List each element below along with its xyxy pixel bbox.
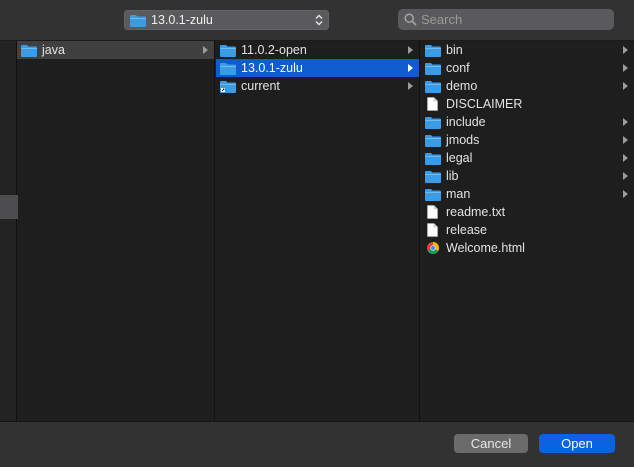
file-row[interactable]: release (421, 221, 634, 239)
chevron-right-icon (623, 154, 628, 162)
file-row[interactable]: jmods (421, 131, 634, 149)
cancel-button[interactable]: Cancel (454, 434, 528, 453)
path-popup-label: 13.0.1-zulu (151, 13, 213, 27)
folder-icon (220, 44, 236, 57)
file-name: readme.txt (446, 205, 506, 219)
chevron-updown-icon (314, 13, 324, 27)
folder-icon (425, 188, 441, 201)
file-row[interactable]: man (421, 185, 634, 203)
folder-icon (425, 116, 441, 129)
folder-icon (425, 170, 441, 183)
dialog-toolbar: 13.0.1-zulu (0, 0, 634, 41)
folder-icon (130, 14, 146, 27)
folder-alias-icon (220, 80, 236, 93)
file-row[interactable]: 11.0.2-open (216, 41, 419, 59)
file-row[interactable]: Welcome.html (421, 239, 634, 257)
file-row[interactable]: bin (421, 41, 634, 59)
chevron-right-icon (203, 46, 208, 54)
folder-icon (21, 44, 37, 57)
file-row[interactable]: legal (421, 149, 634, 167)
file-row[interactable]: 13.0.1-zulu (216, 59, 419, 77)
file-name: java (42, 43, 65, 57)
file-row[interactable]: readme.txt (421, 203, 634, 221)
folder-icon (220, 62, 236, 75)
file-name: current (241, 79, 280, 93)
file-row[interactable]: DISCLAIMER (421, 95, 634, 113)
file-name: man (446, 187, 471, 201)
folder-icon (425, 44, 441, 57)
chevron-right-icon (408, 82, 413, 90)
path-popup-button[interactable]: 13.0.1-zulu (124, 10, 329, 30)
file-name: include (446, 115, 486, 129)
folder-icon (425, 62, 441, 75)
search-input[interactable] (421, 12, 601, 27)
file-row[interactable]: lib (421, 167, 634, 185)
search-icon (404, 13, 417, 26)
folder-icon (425, 134, 441, 147)
file-name: conf (446, 61, 470, 75)
file-name: release (446, 223, 487, 237)
file-row[interactable]: java (17, 41, 214, 59)
file-name: legal (446, 151, 473, 165)
chevron-right-icon (623, 46, 628, 54)
file-name: jmods (446, 133, 480, 147)
file-name: bin (446, 43, 463, 57)
file-row[interactable]: demo (421, 77, 634, 95)
file-name: demo (446, 79, 478, 93)
file-name: 13.0.1-zulu (241, 61, 303, 75)
file-open-dialog: 13.0.1-zulu java 11.0.2-open 13.0.1-zulu c… (0, 0, 634, 467)
browser-column-1[interactable]: java (17, 41, 215, 421)
document-icon (427, 97, 438, 111)
chevron-right-icon (408, 46, 413, 54)
open-button[interactable]: Open (539, 434, 615, 453)
chevron-right-icon (623, 190, 628, 198)
file-name: 11.0.2-open (241, 43, 307, 57)
browser-column-2[interactable]: 11.0.2-open 13.0.1-zulu current (216, 41, 420, 421)
chevron-right-icon (623, 64, 628, 72)
chevron-right-icon (623, 82, 628, 90)
document-icon (427, 205, 438, 219)
chrome-html-icon (427, 242, 440, 255)
folder-icon (425, 80, 441, 93)
chevron-right-icon (623, 136, 628, 144)
document-icon (427, 223, 438, 237)
file-row[interactable]: include (421, 113, 634, 131)
folder-icon (425, 152, 441, 165)
partial-selection-row[interactable] (0, 195, 18, 219)
search-field[interactable] (398, 9, 614, 30)
file-name: Welcome.html (446, 241, 525, 255)
chevron-right-icon (623, 118, 628, 126)
dialog-footer: Cancel Open (0, 421, 634, 467)
chevron-right-icon (408, 64, 413, 72)
file-row[interactable]: current (216, 77, 419, 95)
browser-column-3[interactable]: bin conf demo DISCLAIMER include jmods legal li… (421, 41, 634, 421)
file-name: lib (446, 169, 459, 183)
column-browser: java 11.0.2-open 13.0.1-zulu current bin co… (0, 41, 634, 421)
file-row[interactable]: conf (421, 59, 634, 77)
chevron-right-icon (623, 172, 628, 180)
browser-column-parent[interactable] (0, 41, 18, 421)
file-name: DISCLAIMER (446, 97, 523, 111)
